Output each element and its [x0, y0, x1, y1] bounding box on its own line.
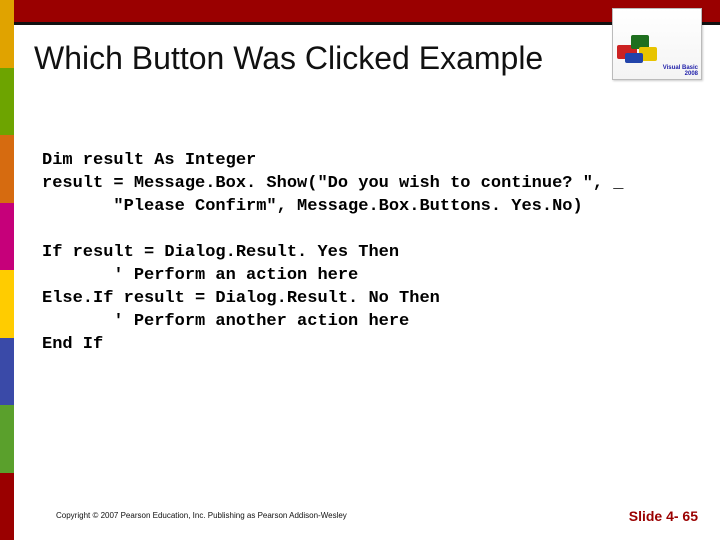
- code-part-2: If result = Dialog.Result. Yes Then ' Pe…: [42, 243, 440, 354]
- slide-number: Slide 4- 65: [629, 508, 698, 524]
- slide-title: Which Button Was Clicked Example: [34, 40, 543, 77]
- color-sidebar: [0, 0, 14, 540]
- book-thumbnail: Visual Basic 2008: [612, 8, 702, 80]
- copyright: Copyright © 2007 Pearson Education, Inc.…: [56, 511, 347, 520]
- code-block: Dim result As Integer result = Message.B…: [42, 150, 696, 356]
- code-part-1: Dim result As Integer result = Message.B…: [42, 151, 624, 216]
- lego-icon: [617, 31, 659, 63]
- slide: Visual Basic 2008 Which Button Was Click…: [0, 0, 720, 540]
- book-title-line2: 2008: [616, 71, 698, 77]
